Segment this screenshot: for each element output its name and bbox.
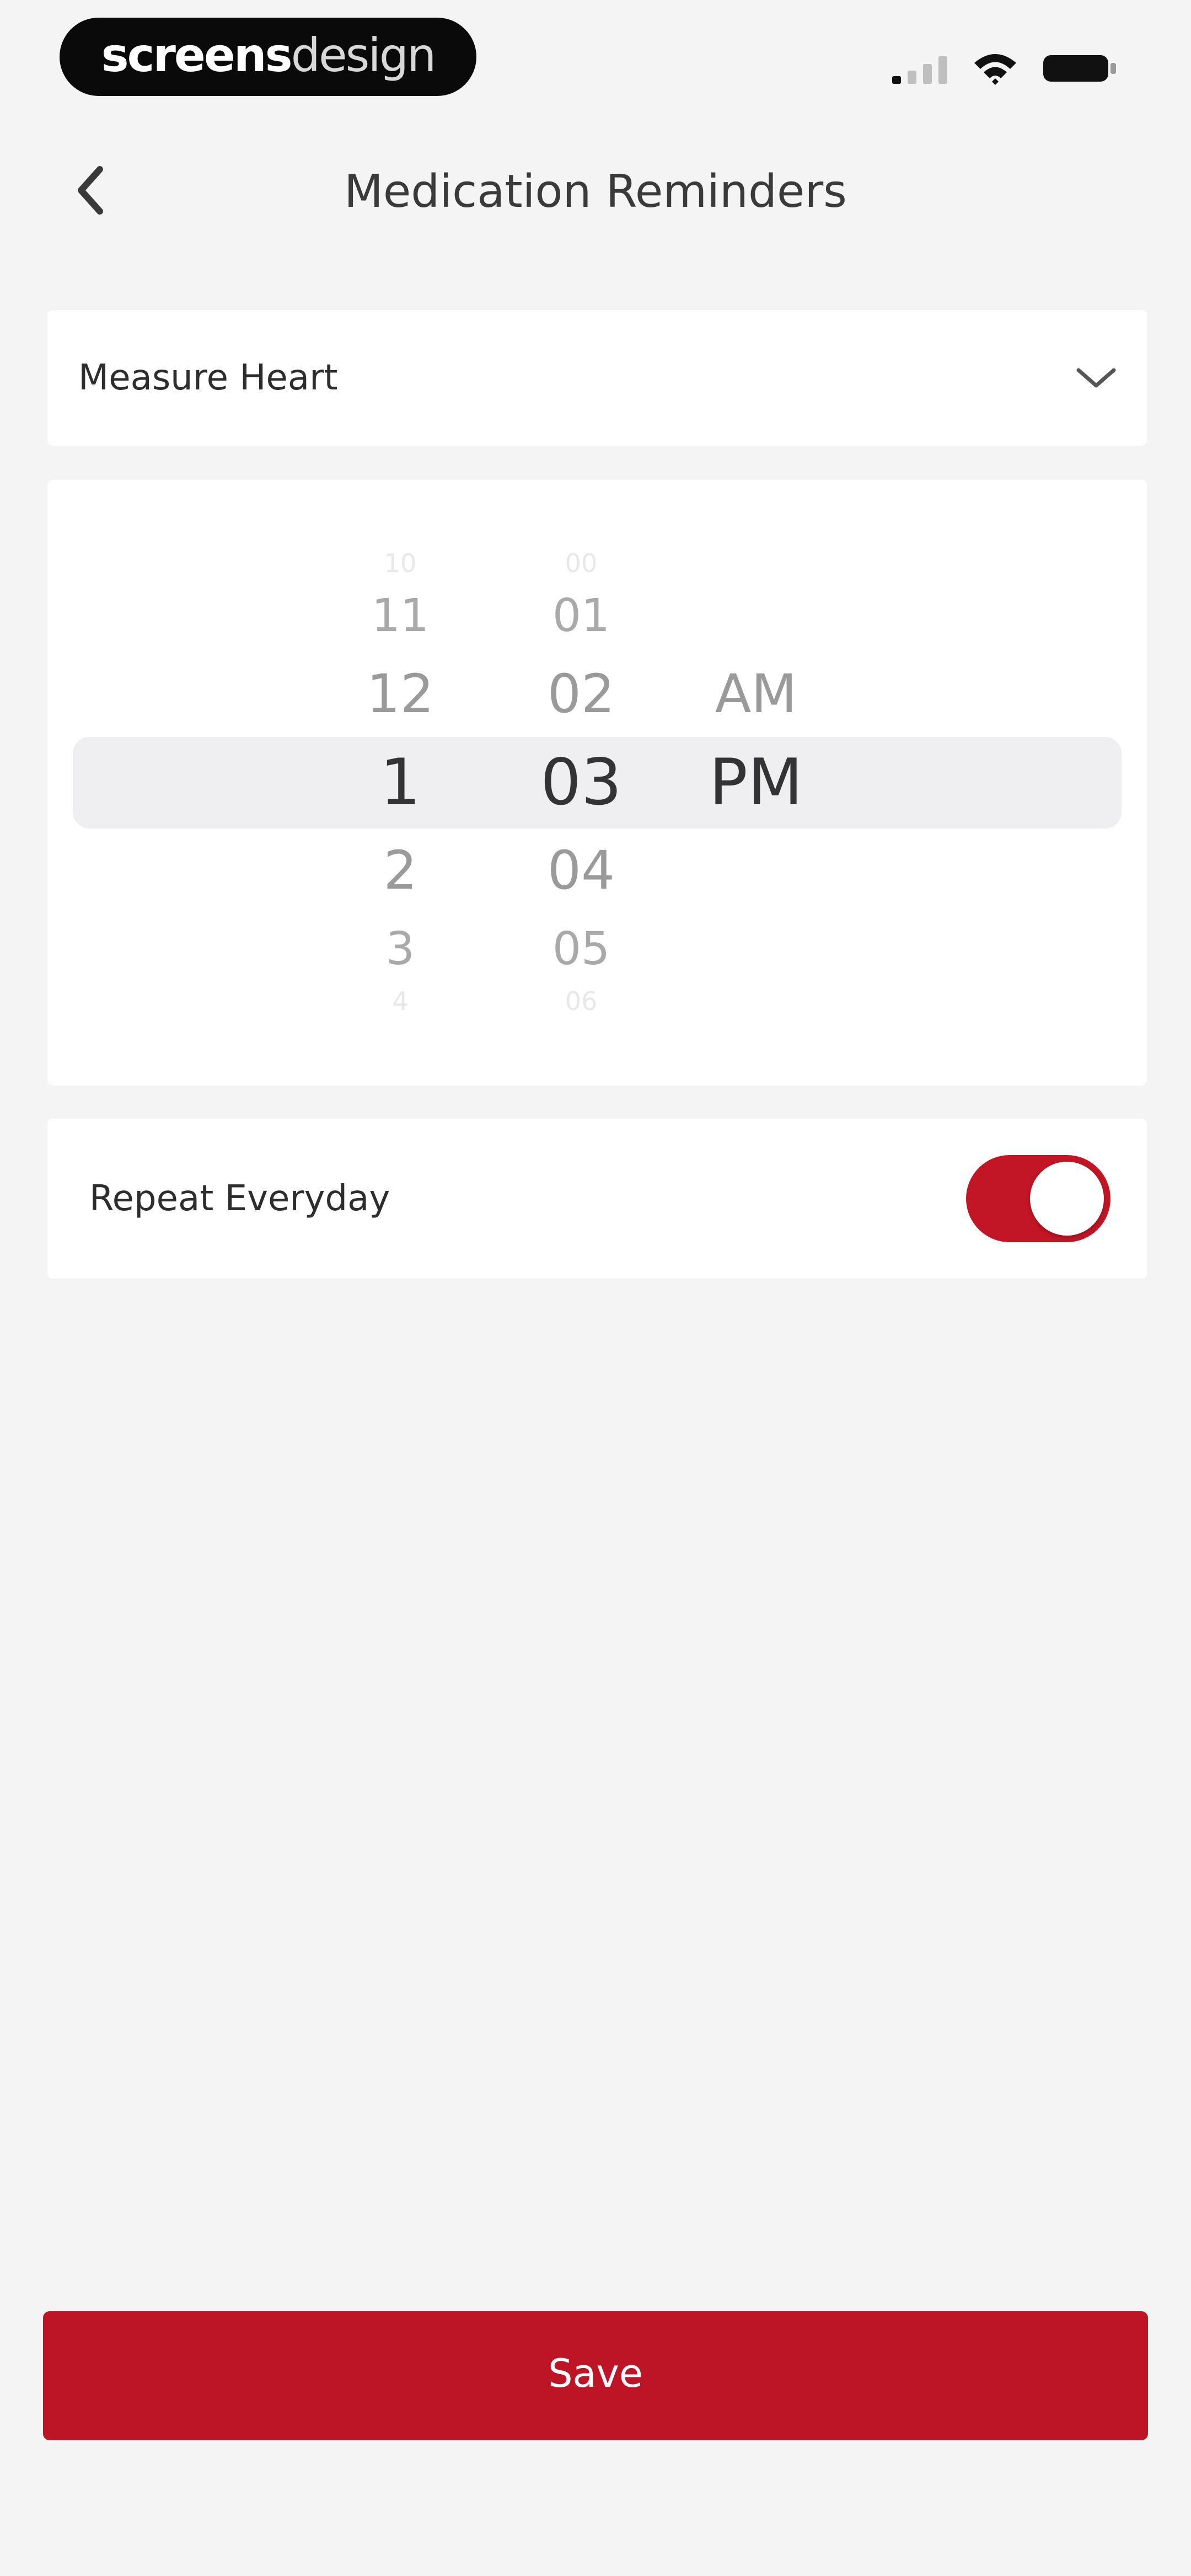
brand-prefix: screens — [101, 28, 293, 82]
repeat-everyday-label: Repeat Everyday — [89, 1178, 390, 1219]
dropdown-selected-value: Measure Heart — [78, 357, 338, 398]
minute-option[interactable]: 01 — [521, 589, 642, 643]
period-option[interactable]: AM — [695, 662, 817, 726]
battery-icon — [1043, 55, 1116, 82]
minute-option[interactable]: 00 — [521, 548, 642, 579]
repeat-everyday-row: Repeat Everyday — [47, 1119, 1147, 1279]
minute-option[interactable]: 03 — [521, 744, 642, 821]
page-title: Medication Reminders — [344, 165, 847, 218]
toggle-knob — [1030, 1162, 1104, 1236]
time-picker[interactable]: 10 11 12 1 2 3 4 00 01 02 03 04 05 06 AM PM — [47, 480, 1147, 1086]
medication-reminders-screen: screens design Medication Reminders Measu… — [0, 0, 1191, 2576]
hour-option[interactable]: 12 — [340, 662, 461, 726]
period-option[interactable]: PM — [695, 744, 817, 821]
minute-option[interactable]: 05 — [521, 922, 642, 976]
hour-option[interactable]: 4 — [340, 986, 461, 1017]
chevron-down-icon — [1076, 368, 1116, 388]
reminder-type-dropdown[interactable]: Measure Heart — [47, 310, 1147, 446]
cellular-signal-icon — [892, 56, 947, 84]
repeat-everyday-toggle[interactable] — [966, 1155, 1110, 1242]
minute-option[interactable]: 02 — [521, 662, 642, 726]
minute-option[interactable]: 06 — [521, 986, 642, 1017]
hour-option[interactable]: 10 — [340, 548, 461, 579]
hour-option[interactable]: 3 — [340, 922, 461, 976]
hour-option[interactable]: 2 — [340, 839, 461, 902]
hour-option[interactable]: 11 — [340, 589, 461, 643]
status-icons — [891, 46, 1119, 90]
save-button[interactable]: Save — [43, 2311, 1148, 2440]
minute-option[interactable]: 04 — [521, 839, 642, 902]
brand-logo-pill: screens design — [60, 18, 476, 96]
hour-option[interactable]: 1 — [340, 744, 461, 821]
brand-suffix: design — [291, 28, 437, 82]
wifi-icon — [974, 54, 1016, 85]
